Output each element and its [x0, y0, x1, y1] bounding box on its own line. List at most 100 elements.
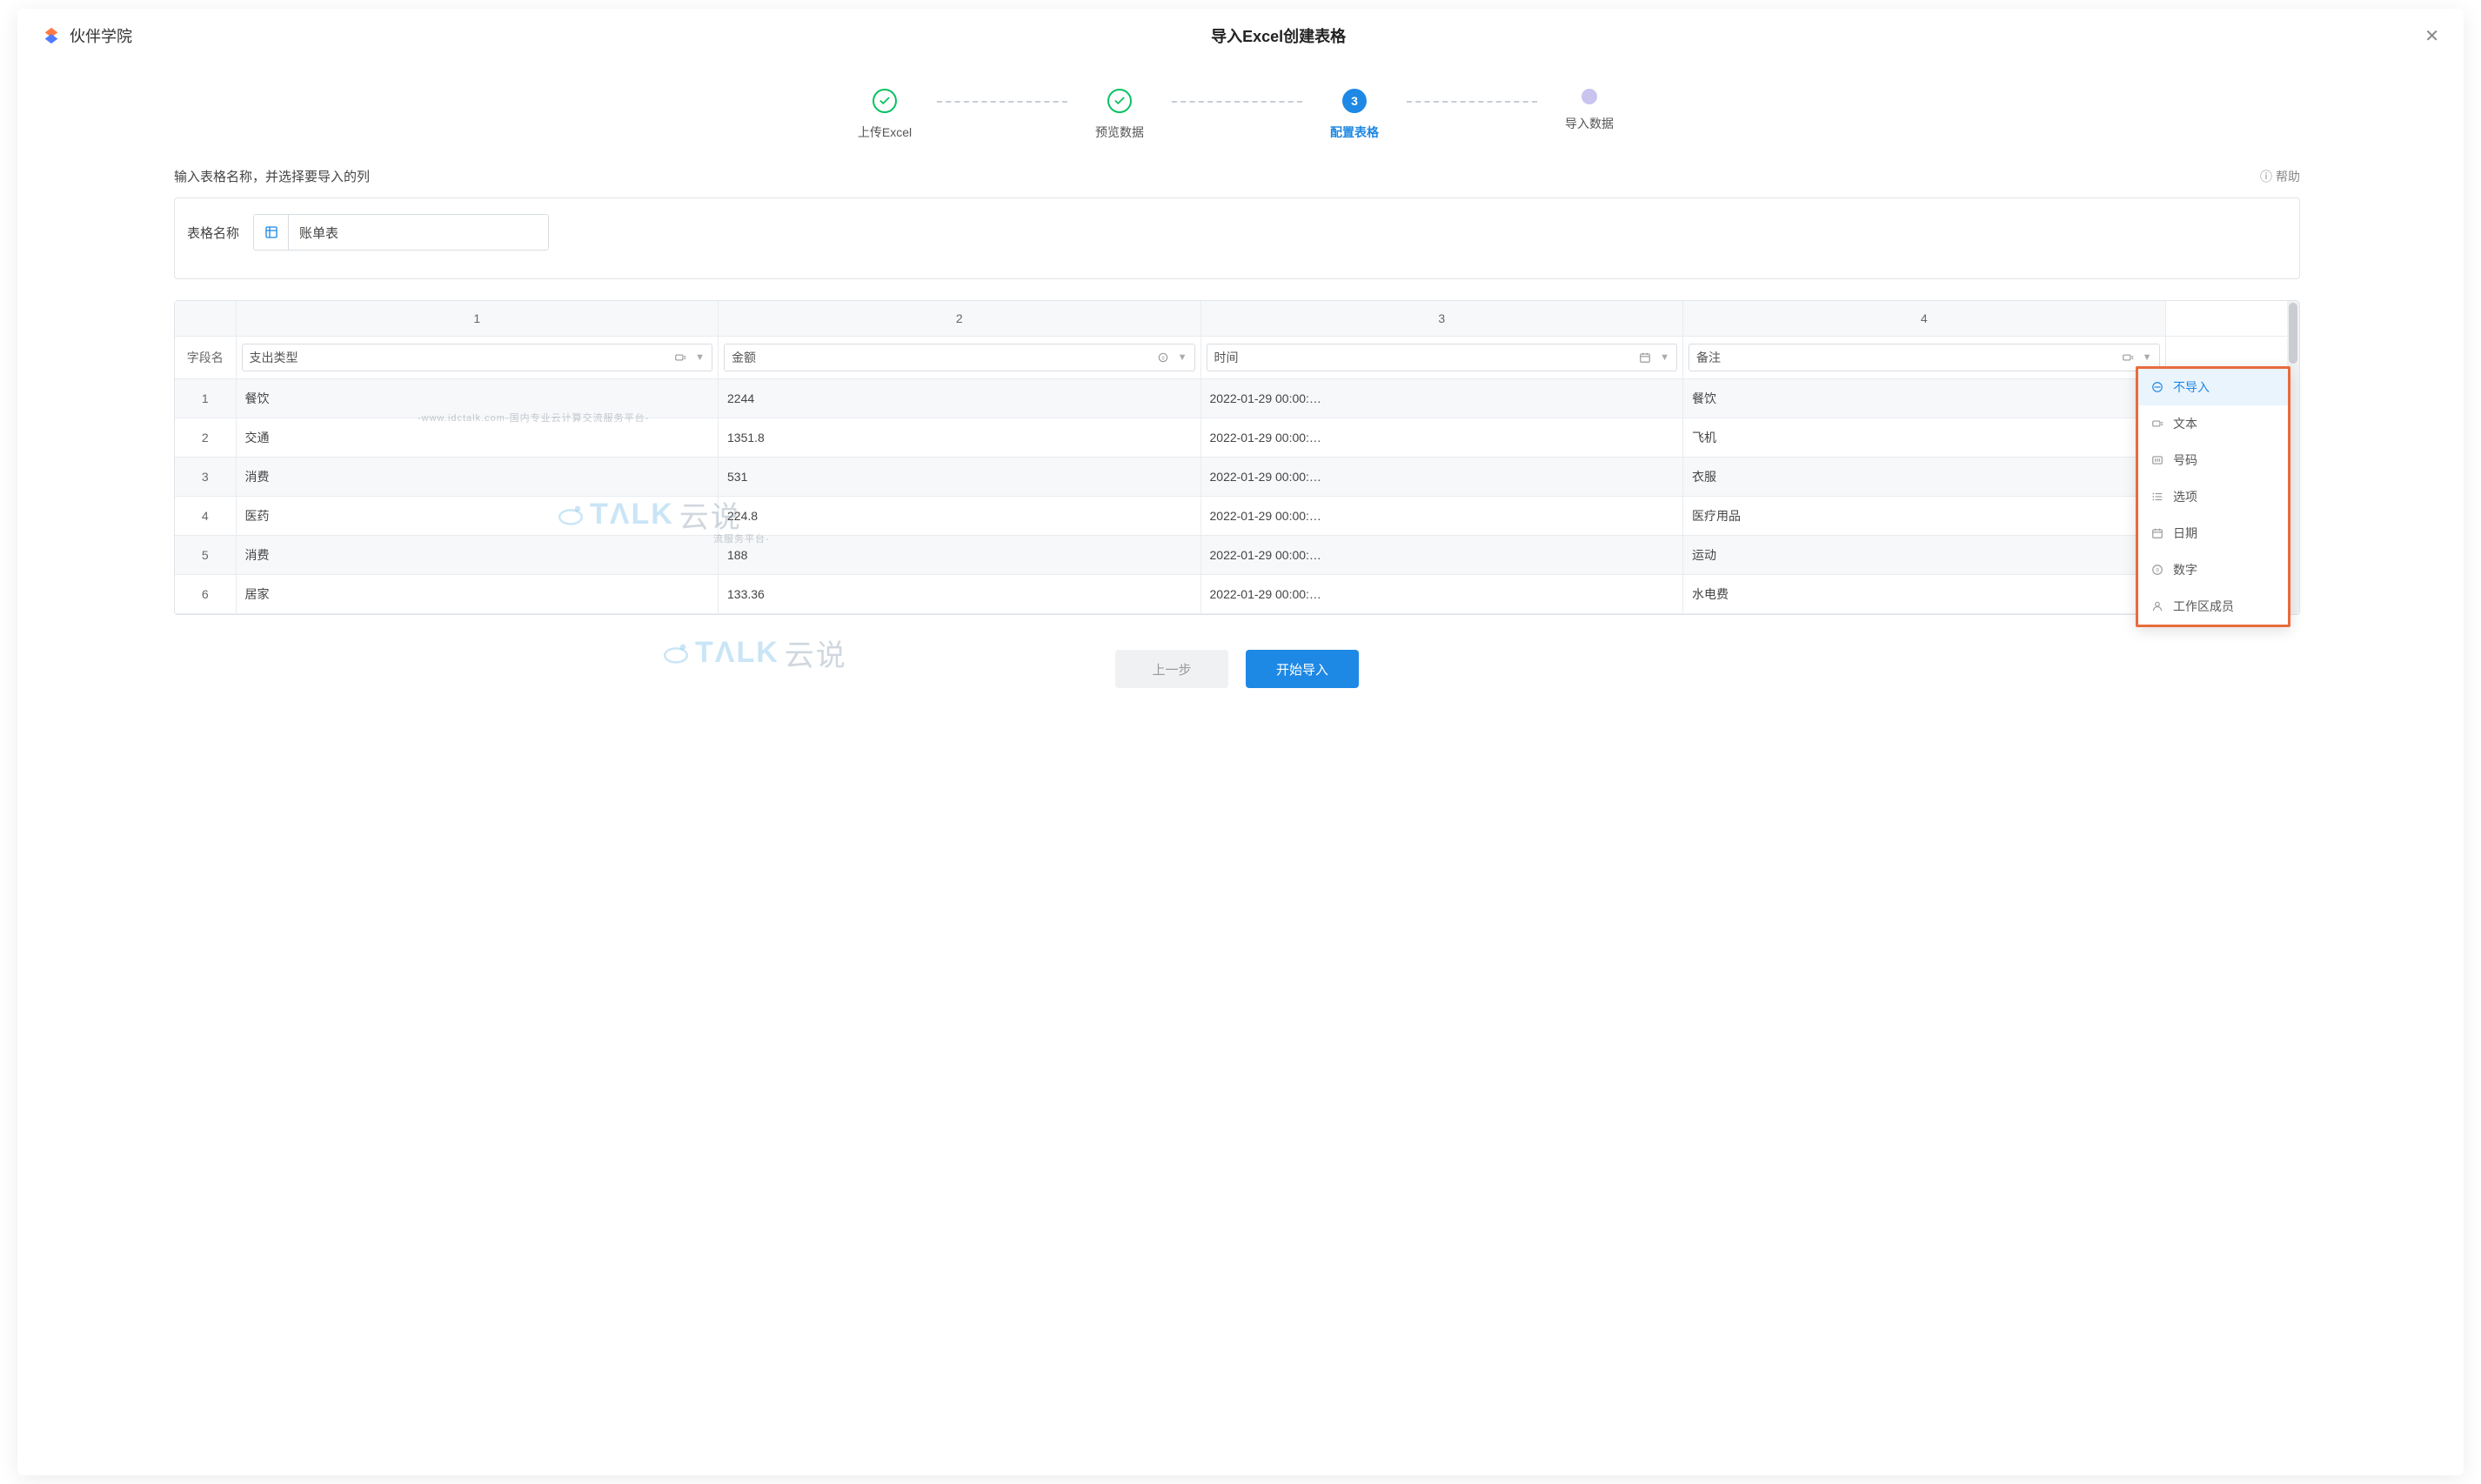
col-num: 4	[1683, 301, 2166, 337]
list-icon	[2150, 491, 2164, 503]
dropdown-option-label: 日期	[2173, 525, 2197, 542]
column-number-row: 1 2 3 4	[175, 301, 2287, 337]
close-icon[interactable]: ✕	[2424, 25, 2439, 47]
field-type-select-1[interactable]: 支出类型 ▼	[242, 344, 713, 371]
modal-footer: 上一步 开始导入	[174, 615, 2300, 714]
step-label: 上传Excel	[858, 124, 912, 141]
col-num: 1	[236, 301, 719, 337]
dropdown-option-number9[interactable]: 9 数字	[2138, 551, 2288, 588]
table-cell: 飞机	[1683, 418, 2166, 458]
table-cell: 居家	[236, 575, 719, 614]
text-icon	[2150, 418, 2164, 430]
dropdown-option-label: 数字	[2173, 561, 2197, 578]
table-row: 3消费5312022-01-29 00:00:…衣服	[175, 458, 2287, 497]
table-cell: 2022-01-29 00:00:…	[1200, 575, 1683, 614]
table-cell: 医药	[236, 497, 719, 536]
section-hint: 输入表格名称，并选择要导入的列	[174, 167, 370, 185]
brand-logo-icon	[42, 26, 61, 45]
table-name-box: 表格名称 TΛLK云说 -www.idctalk.com-国内专业云计算交流服务…	[174, 197, 2300, 279]
step-label: 配置表格	[1330, 124, 1379, 141]
step-configure-table: 3 配置表格	[1302, 89, 1407, 141]
table-row: 6居家133.362022-01-29 00:00:…水电费	[175, 575, 2287, 614]
field-name: 时间	[1214, 349, 1640, 366]
dropdown-option-label: 号码	[2173, 451, 2197, 469]
table-icon	[254, 215, 289, 250]
dropdown-option-label: 文本	[2173, 415, 2197, 432]
table-cell: 医疗用品	[1683, 497, 2166, 536]
field-type-select-2[interactable]: 金额 9 ▼	[724, 344, 1195, 371]
field-name: 备注	[1696, 349, 2122, 366]
svg-text:9: 9	[2156, 567, 2159, 573]
corner-cell	[175, 301, 236, 337]
chevron-down-icon: ▼	[2143, 352, 2152, 363]
field-type-select-3[interactable]: 时间 ▼	[1207, 344, 1678, 371]
field-name: 金额	[732, 349, 1157, 366]
scroll-region[interactable]: 上传Excel 预览数据 3 配置表格 导入数据	[17, 63, 2457, 1475]
step-number: 3	[1342, 89, 1367, 113]
table-row: 4医药224.82022-01-29 00:00:…医疗用品	[175, 497, 2287, 536]
dropdown-option-number[interactable]: 号码	[2138, 442, 2288, 478]
date-icon	[2150, 527, 2164, 539]
help-text: 帮助	[2276, 168, 2300, 185]
step-label: 预览数据	[1095, 124, 1144, 141]
chevron-down-icon: ▼	[1178, 352, 1187, 363]
step-upload-excel: 上传Excel	[833, 89, 937, 141]
table-cell: 2022-01-29 00:00:…	[1200, 458, 1683, 497]
table-cell: 2022-01-29 00:00:…	[1200, 536, 1683, 575]
dropdown-option-label: 选项	[2173, 488, 2197, 505]
number-icon	[2150, 454, 2164, 466]
check-icon	[873, 89, 897, 113]
dropdown-option-person[interactable]: 工作区成员	[2138, 588, 2288, 625]
svg-text:9: 9	[1161, 356, 1164, 361]
row-index: 4	[175, 497, 236, 536]
number-type-icon: 9	[1157, 351, 1169, 364]
step-label: 导入数据	[1565, 115, 1614, 132]
field-name-row: 字段名 支出类型 ▼	[175, 337, 2287, 379]
import-modal: 伙伴学院 导入Excel创建表格 ✕ 上传Excel 预览数据	[17, 9, 2464, 1475]
modal-body: 上传Excel 预览数据 3 配置表格 导入数据	[17, 63, 2464, 1475]
table-cell: 消费	[236, 536, 719, 575]
watermark-sub: -www.idctalk.com-国内专业云计算交流服务平台-	[418, 411, 649, 424]
row-index: 2	[175, 418, 236, 458]
table-cell: 2022-01-29 00:00:…	[1200, 497, 1683, 536]
prev-button[interactable]: 上一步	[1115, 650, 1228, 688]
chevron-down-icon: ▼	[695, 352, 705, 363]
table-cell: 2022-01-29 00:00:…	[1200, 418, 1683, 458]
start-import-button[interactable]: 开始导入	[1246, 650, 1359, 688]
skip-icon	[2150, 381, 2164, 393]
row-index: 6	[175, 575, 236, 614]
table-cell: 133.36	[719, 575, 1201, 614]
brand: 伙伴学院	[42, 24, 132, 47]
dropdown-option-skip[interactable]: 不导入	[2138, 369, 2288, 405]
row-index: 5	[175, 536, 236, 575]
help-icon: ⓘ	[2260, 168, 2272, 185]
help-link[interactable]: ⓘ 帮助	[2260, 168, 2300, 185]
preview-table: 1 2 3 4 字段名 支出类型	[175, 301, 2287, 614]
text-type-icon	[674, 351, 686, 364]
table-cell: 餐饮	[1683, 379, 2166, 418]
section-top: 输入表格名称，并选择要导入的列 ⓘ 帮助	[174, 167, 2300, 185]
grid-scrollbar-thumb[interactable]	[2289, 303, 2297, 364]
stepper: 上传Excel 预览数据 3 配置表格 导入数据	[174, 89, 2300, 141]
table-cell: 1351.8	[719, 418, 1201, 458]
table-name-input[interactable]	[289, 215, 548, 250]
step-import-data: 导入数据	[1537, 89, 1642, 132]
dropdown-option-date[interactable]: 日期	[2138, 515, 2288, 551]
table-cell: 2244	[719, 379, 1201, 418]
field-type-dropdown: 不导入文本号码选项日期 9 数字工作区成员	[2136, 366, 2290, 627]
watermark-sub: 流服务平台-	[713, 531, 770, 545]
step-dot-icon	[1582, 89, 1597, 104]
text-type-icon	[2122, 351, 2134, 364]
dropdown-option-text[interactable]: 文本	[2138, 405, 2288, 442]
modal-title: 导入Excel创建表格	[1211, 24, 1346, 47]
table-name-label: 表格名称	[187, 224, 239, 242]
dropdown-option-list[interactable]: 选项	[2138, 478, 2288, 515]
dropdown-option-label: 工作区成员	[2173, 598, 2234, 615]
field-type-select-4[interactable]: 备注 ▼	[1689, 344, 2160, 371]
table-cell: 消费	[236, 458, 719, 497]
table-row: 5消费1882022-01-29 00:00:…运动	[175, 536, 2287, 575]
check-icon	[1107, 89, 1132, 113]
col-num: 3	[1200, 301, 1683, 337]
row-index: 3	[175, 458, 236, 497]
table-cell: 水电费	[1683, 575, 2166, 614]
